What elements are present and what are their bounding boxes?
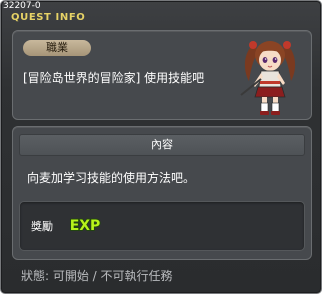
npc-portrait-icon: [240, 41, 296, 115]
quest-detail-panel: 內容 向麦加学习技能的使用方法吧。 獎勵 EXP: [12, 126, 312, 260]
quest-title: [冒险岛世界的冒险家] 使用技能吧: [23, 71, 205, 85]
quest-id: 32207-0: [3, 1, 41, 11]
reward-label: 獎勵: [31, 220, 53, 233]
quest-summary-panel: 職業 [冒险岛世界的冒险家] 使用技能吧: [12, 30, 312, 120]
quest-status: 狀態: 可開始 / 不可執行任務: [21, 269, 173, 283]
window-title: QUEST INFO: [11, 12, 86, 23]
content-section-header: 內容: [19, 134, 305, 156]
quest-info-window: 32207-0 QUEST INFO 職業 [冒险岛世界的冒险家] 使用技能吧: [0, 0, 322, 294]
exp-icon[interactable]: EXP: [67, 215, 103, 235]
reward-box: 獎勵 EXP: [19, 201, 305, 251]
job-badge: 職業: [23, 40, 91, 56]
quest-description: 向麦加学习技能的使用方法吧。: [27, 171, 196, 185]
exp-text: EXP: [70, 218, 101, 234]
